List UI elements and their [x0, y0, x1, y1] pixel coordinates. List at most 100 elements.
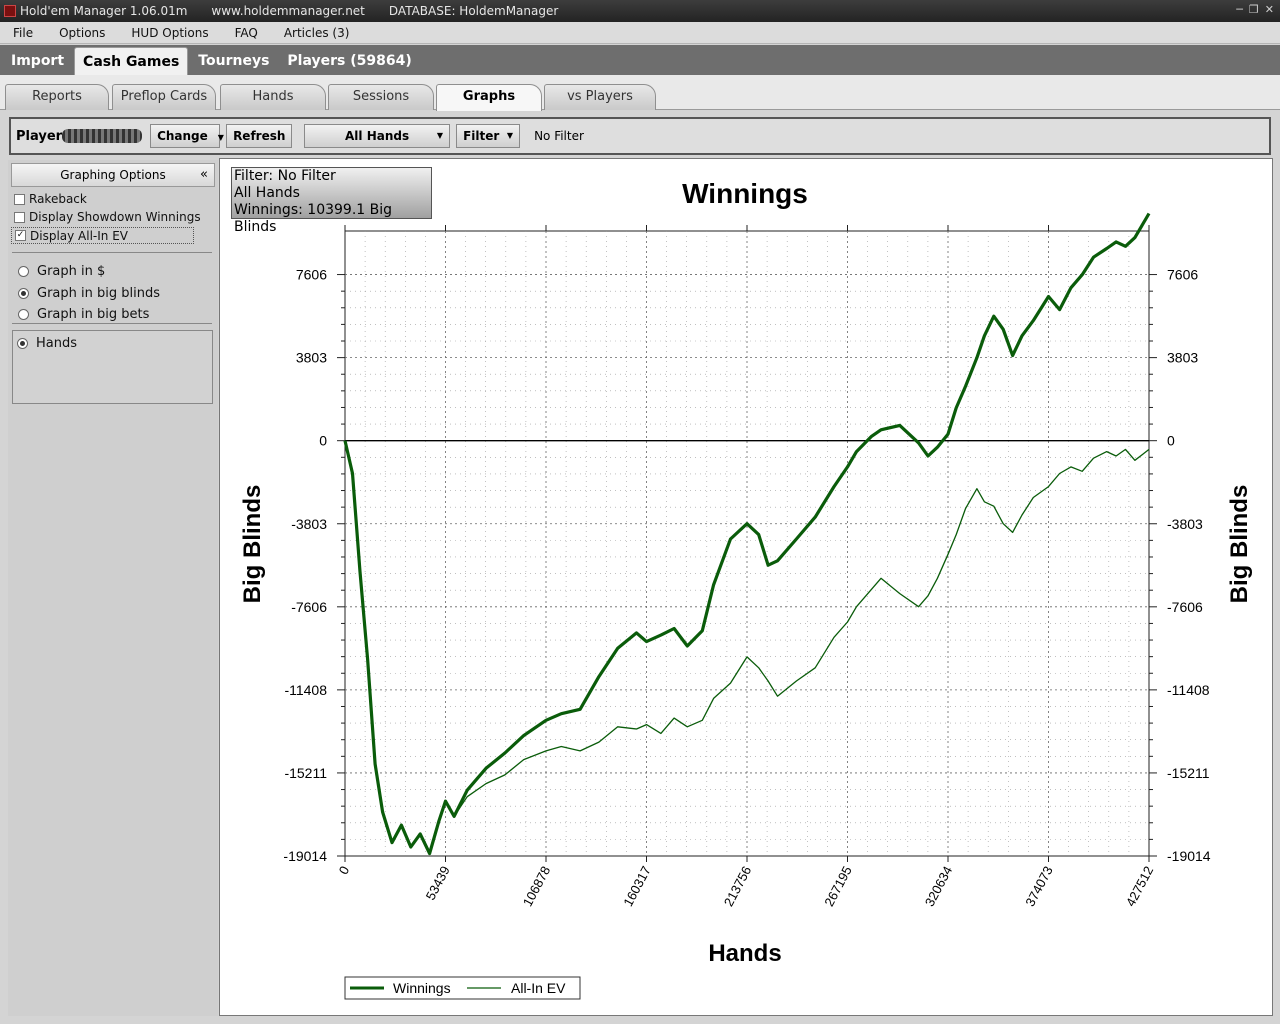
chart-title: Winnings: [682, 178, 808, 209]
chevron-down-icon: ▼: [506, 131, 514, 140]
tab-tourneys[interactable]: Tourneys: [190, 47, 277, 75]
database-name: DATABASE: HoldemManager: [388, 4, 559, 18]
x-tick-label: 427512: [1123, 864, 1157, 909]
tab-players[interactable]: Players (59864): [279, 47, 419, 75]
chevron-down-icon: ▼: [217, 133, 224, 142]
all-in-ev-label: Display All-In EV: [30, 228, 129, 243]
tab-hands[interactable]: Hands: [220, 84, 326, 110]
site-url: www.holdemmanager.net: [211, 4, 365, 18]
y-tick-label-right: 0: [1167, 433, 1175, 449]
menu-faq[interactable]: FAQ: [222, 26, 271, 40]
app-title: Hold'em Manager 1.06.01m: [20, 4, 188, 18]
menu-articles[interactable]: Articles (3): [271, 26, 363, 40]
player-label: Player: [16, 128, 63, 144]
info-filter: Filter: No Filter: [234, 168, 336, 184]
divider: [12, 323, 212, 324]
info-hands: All Hands: [234, 185, 300, 201]
app-icon: [4, 5, 16, 17]
showdown-winnings-label: Display Showdown Winnings: [29, 210, 201, 224]
graph-info-box: Filter: No Filter All Hands Winnings: 10…: [231, 167, 432, 235]
radio-dot[interactable]: [18, 266, 29, 277]
x-axis-label: Hands: [708, 940, 781, 967]
filter-status: No Filter: [534, 129, 584, 143]
refresh-button[interactable]: Refresh: [226, 124, 293, 148]
all-in-ev-checkbox[interactable]: ✓ Display All-In EV: [11, 227, 194, 244]
y-tick-label-right: -7606: [1167, 599, 1203, 615]
x-axis-hands-radio[interactable]: Hands: [17, 336, 77, 351]
rakeback-checkbox[interactable]: Rakeback: [14, 192, 87, 206]
legend-label-winnings: Winnings: [393, 980, 451, 996]
showdown-winnings-checkbox[interactable]: Display Showdown Winnings: [14, 210, 201, 224]
checkbox-box[interactable]: [14, 193, 25, 205]
window-controls: ─ ❐ ✕: [1236, 3, 1274, 16]
menu-options[interactable]: Options: [46, 26, 118, 40]
y-tick-label: 3803: [296, 350, 327, 366]
x-tick-label: 374073: [1022, 864, 1056, 909]
divider: [12, 252, 212, 253]
legend-label-all-in-ev: All-In EV: [511, 980, 566, 996]
graph-in-big-bets-radio[interactable]: Graph in big bets: [18, 307, 149, 322]
tab-reports[interactable]: Reports: [5, 84, 109, 110]
sub-tab-bar: Reports Preflop Cards Hands Sessions Gra…: [0, 75, 1280, 111]
tab-preflop-cards[interactable]: Preflop Cards: [112, 84, 216, 110]
x-tick-label: 0: [336, 864, 353, 877]
x-axis-hands-label: Hands: [36, 336, 78, 351]
y-tick-label: 7606: [296, 267, 327, 283]
menu-bar: File Options HUD Options FAQ Articles (3…: [0, 22, 1280, 44]
y-tick-label: -11408: [284, 682, 327, 698]
radio-dot-selected[interactable]: [18, 288, 29, 299]
checkbox-box[interactable]: [14, 211, 25, 223]
graph-in-big-bets-label: Graph in big bets: [37, 307, 150, 322]
winnings-chart: 0 53439 106878 160317 213756 267195 320634 3740…: [239, 178, 1253, 1000]
chevron-down-icon: ▼: [436, 131, 444, 140]
graphing-options-title: Graphing Options: [60, 168, 166, 182]
x-tick-label: 106878: [520, 864, 554, 909]
radio-dot[interactable]: [18, 309, 29, 320]
y-tick-label-right: -11408: [1167, 682, 1210, 698]
y-tick-label: -19014: [283, 848, 327, 864]
y-axis-label-right: Big Blinds: [1226, 485, 1253, 604]
change-label: Change: [157, 129, 208, 143]
graphing-options-header: Graphing Options «: [11, 163, 215, 187]
menu-file[interactable]: File: [0, 26, 46, 40]
info-winnings: Winnings: 10399.1 Big Blinds: [234, 202, 393, 235]
filter-button[interactable]: Filter ▼: [456, 124, 521, 148]
close-icon[interactable]: ✕: [1265, 3, 1274, 16]
main-tab-bar: Import Cash Games Tourneys Players (5986…: [0, 45, 1280, 75]
x-tick-label: 320634: [922, 864, 956, 909]
restore-icon[interactable]: ❐: [1249, 3, 1259, 16]
graph-in-dollars-label: Graph in $: [37, 264, 106, 279]
tab-sessions[interactable]: Sessions: [328, 84, 434, 110]
rakeback-label: Rakeback: [29, 192, 87, 206]
radio-dot-selected[interactable]: [17, 338, 28, 349]
tab-import[interactable]: Import: [3, 47, 72, 75]
title-bar: Hold'em Manager 1.06.01m www.holdemmanag…: [0, 0, 1280, 22]
y-tick-label-right: -19014: [1167, 848, 1211, 864]
minimize-icon[interactable]: ─: [1236, 3, 1243, 16]
y-tick-label: -3803: [291, 516, 327, 532]
refresh-label: Refresh: [233, 129, 286, 143]
tab-graphs[interactable]: Graphs: [436, 84, 542, 111]
x-tick-label: 213756: [721, 864, 755, 909]
menu-hud-options[interactable]: HUD Options: [118, 26, 221, 40]
x-axis-options-box: Hands: [12, 330, 213, 404]
graph-in-big-blinds-label: Graph in big blinds: [37, 286, 160, 301]
y-tick-label: 0: [319, 433, 327, 449]
hands-select[interactable]: All Hands ▼: [304, 124, 451, 148]
graphing-options-panel: Graphing Options « Rakeback Display Show…: [8, 160, 218, 1016]
y-tick-label: -7606: [291, 599, 327, 615]
graph-in-big-blinds-radio[interactable]: Graph in big blinds: [18, 286, 160, 301]
player-name-redacted: [62, 129, 143, 143]
y-axis-label: Big Blinds: [239, 485, 266, 604]
change-button[interactable]: Change ▼: [150, 124, 224, 148]
filter-label: Filter: [463, 129, 500, 143]
x-tick-label: 160317: [620, 864, 654, 909]
tab-vs-players[interactable]: vs Players: [544, 84, 656, 110]
check-icon[interactable]: ✓: [15, 230, 26, 241]
y-tick-label: -15211: [284, 765, 327, 781]
tab-cash-games[interactable]: Cash Games: [74, 47, 189, 75]
collapse-icon[interactable]: «: [200, 164, 208, 186]
player-bar: Player Change ▼ Refresh All Hands ▼ Filter…: [9, 117, 1271, 155]
y-tick-label-right: -15211: [1167, 765, 1210, 781]
graph-in-dollars-radio[interactable]: Graph in $: [18, 264, 105, 279]
